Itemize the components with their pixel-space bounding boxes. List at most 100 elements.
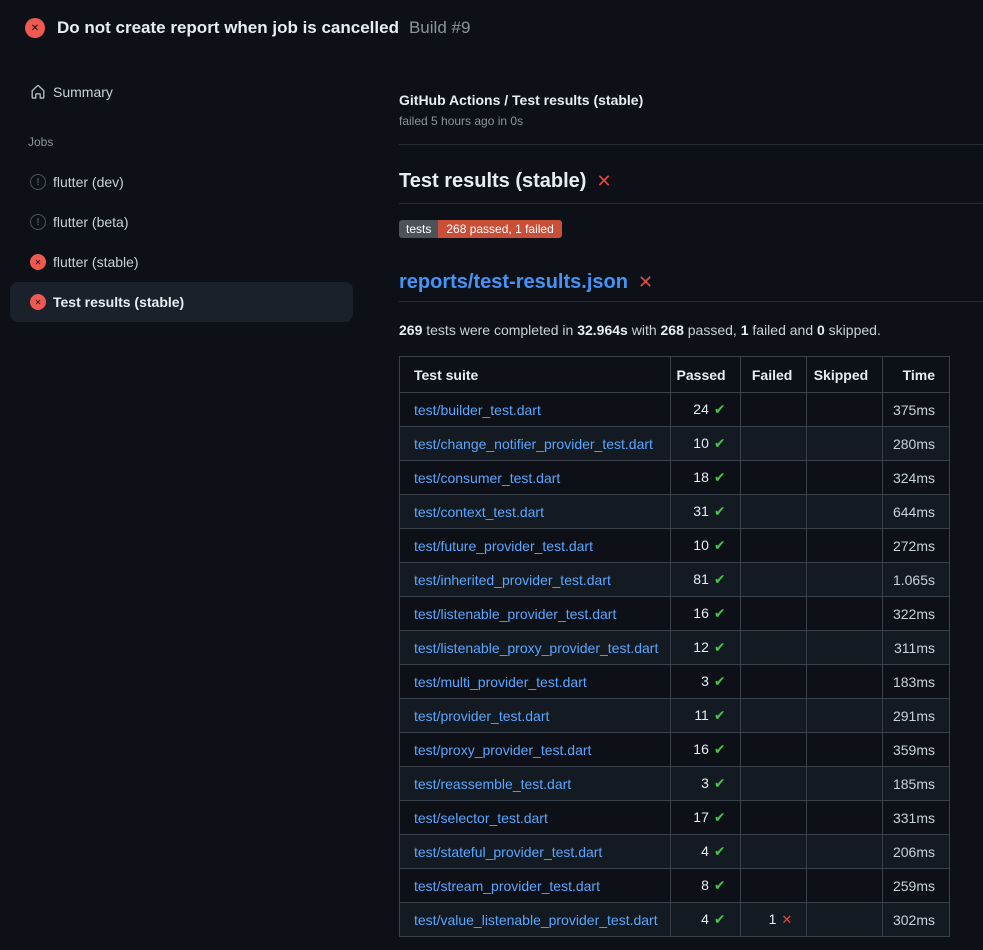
failed-cell (740, 563, 807, 597)
table-row: test/inherited_provider_test.dart81✔1.06… (400, 563, 950, 597)
skipped-cell (807, 801, 883, 835)
x-circle-icon: ✕ (30, 294, 46, 310)
test-suite-link[interactable]: test/reassemble_test.dart (414, 776, 571, 792)
check-icon: ✔ (714, 878, 726, 894)
skipped-cell (807, 631, 883, 665)
skipped-cell (807, 665, 883, 699)
section-heading-text: Test results (stable) (399, 169, 586, 194)
failed-cell (740, 801, 807, 835)
count-value: 10 (693, 435, 709, 451)
test-suite-link[interactable]: test/builder_test.dart (414, 402, 541, 418)
failed-cell (740, 495, 807, 529)
skipped-cell (807, 869, 883, 903)
sidebar-item-job-0[interactable]: !flutter (dev) (10, 162, 353, 202)
suite-cell: test/inherited_provider_test.dart (400, 563, 671, 597)
failed-cell (740, 767, 807, 801)
jobs-heading: Jobs (28, 134, 399, 150)
check-icon: ✔ (714, 470, 726, 486)
table-row: test/context_test.dart 31 ✔ 644ms (400, 495, 950, 529)
count-value: 11 (694, 707, 709, 723)
test-suite-link[interactable]: test/value_listenable_provider_test.dart (414, 912, 658, 928)
check-icon: ✔ (714, 912, 726, 928)
heading-divider (399, 203, 983, 204)
table-row: test/consumer_test.dart18✔324ms (400, 461, 950, 495)
table-row: test/builder_test.dart24✔375ms (400, 393, 950, 427)
time-cell: 206ms (883, 835, 950, 869)
failed-cell (740, 631, 807, 665)
skipped-cell (807, 563, 883, 597)
table-row: test/future_provider_test.dart10✔272ms (400, 529, 950, 563)
test-suite-link[interactable]: test/proxy_provider_test.dart (414, 742, 591, 758)
time-cell: 322ms (883, 597, 950, 631)
suite-cell: test/reassemble_test.dart (400, 767, 671, 801)
failed-x-icon: ✕ (638, 274, 653, 292)
passed-cell: 12✔ (670, 631, 740, 665)
test-suite-link[interactable]: test/stateful_provider_test.dart (414, 844, 602, 860)
passed-cell: 11✔ (670, 699, 740, 733)
test-suite-link[interactable]: test/context_test.dart (414, 504, 544, 520)
skipped-cell (807, 903, 883, 937)
x-circle-icon: ✕ (25, 18, 45, 38)
report-file-link[interactable]: reports/test-results.json (399, 270, 628, 295)
sidebar-item-job-2[interactable]: ✕flutter (stable) (10, 242, 353, 282)
count-value: 12 (693, 639, 709, 655)
table-row: test/selector_test.dart17✔331ms (400, 801, 950, 835)
test-suite-link[interactable]: test/multi_provider_test.dart (414, 674, 587, 690)
test-suite-link[interactable]: test/listenable_proxy_provider_test.dart (414, 640, 658, 656)
skipped-cell (807, 733, 883, 767)
count-value: 8 (701, 877, 709, 893)
alert-circle-icon: ! (30, 174, 46, 190)
run-status-line: failed 5 hours ago in 0s (399, 114, 983, 128)
suite-cell: test/context_test.dart (400, 495, 671, 529)
time-cell: 280ms (883, 427, 950, 461)
test-suite-link[interactable]: test/change_notifier_provider_test.dart (414, 436, 653, 452)
check-icon: ✔ (714, 504, 726, 520)
suite-cell: test/stateful_provider_test.dart (400, 835, 671, 869)
failed-cell (740, 393, 807, 427)
table-row: test/provider_test.dart 11✔ 291ms (400, 699, 950, 733)
time-cell: 644ms (883, 495, 950, 529)
passed-cell: 16✔ (670, 597, 740, 631)
test-suite-link[interactable]: test/inherited_provider_test.dart (414, 572, 611, 588)
suite-cell: test/value_listenable_provider_test.dart (400, 903, 671, 937)
summary-part: 0 (817, 322, 825, 338)
failed-cell (740, 699, 807, 733)
x-icon: ✕ (781, 913, 792, 928)
test-suite-link[interactable]: test/consumer_test.dart (414, 470, 560, 486)
time-cell: 311ms (883, 631, 950, 665)
suite-cell: test/stream_provider_test.dart (400, 869, 671, 903)
check-icon: ✔ (714, 606, 726, 622)
table-row: test/listenable_provider_test.dart 16✔ 322… (400, 597, 950, 631)
time-cell: 375ms (883, 393, 950, 427)
time-cell: 291ms (883, 699, 950, 733)
jobs-list: !flutter (dev)!flutter (beta)✕flutter (s… (0, 162, 399, 322)
summary-part: 268 (661, 322, 684, 338)
home-icon (30, 84, 46, 100)
time-cell: 272ms (883, 529, 950, 563)
skipped-cell (807, 495, 883, 529)
col-header-skipped: Skipped (807, 357, 883, 393)
test-suite-link[interactable]: test/future_provider_test.dart (414, 538, 593, 554)
summary-sentence: 269 tests were completed in 32.964s with… (399, 322, 983, 339)
suite-cell: test/selector_test.dart (400, 801, 671, 835)
sidebar-item-label: flutter (beta) (53, 214, 128, 230)
count-value: 1 (769, 911, 777, 927)
time-cell: 1.065s (883, 563, 950, 597)
sidebar-item-job-1[interactable]: !flutter (beta) (10, 202, 353, 242)
failed-cell (740, 835, 807, 869)
passed-cell: 4✔ (670, 835, 740, 869)
count-value: 31 (693, 503, 709, 519)
test-suite-link[interactable]: test/listenable_provider_test.dart (414, 606, 616, 622)
test-suite-link[interactable]: test/selector_test.dart (414, 810, 548, 826)
count-value: 16 (693, 741, 709, 757)
time-cell: 359ms (883, 733, 950, 767)
failed-cell (740, 529, 807, 563)
table-row: test/value_listenable_provider_test.dart… (400, 903, 950, 937)
test-suite-link[interactable]: test/stream_provider_test.dart (414, 878, 600, 894)
failed-cell (740, 427, 807, 461)
sidebar-item-job-3[interactable]: ✕Test results (stable) (10, 282, 353, 322)
section-heading: Test results (stable) ✕ (399, 169, 983, 194)
test-suite-link[interactable]: test/provider_test.dart (414, 708, 549, 724)
sidebar-item-summary[interactable]: Summary (10, 72, 353, 112)
report-heading-divider (399, 301, 983, 302)
